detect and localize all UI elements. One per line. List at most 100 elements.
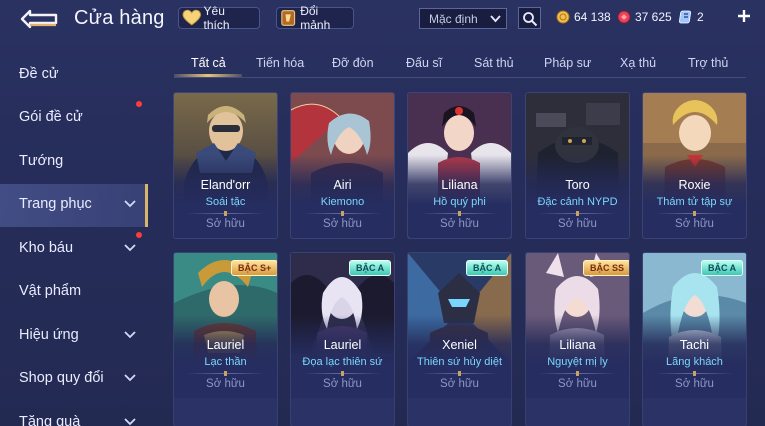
tab-all[interactable]: Tất cả <box>191 56 226 70</box>
sidebar-item-items[interactable]: Vật phẩm <box>0 271 148 314</box>
ownership-status: Sở hữu <box>206 218 245 230</box>
tier-badge: BẬC SS <box>583 260 629 276</box>
skin-name: Nguyệt mị ly <box>547 356 608 368</box>
hero-name: Tachi <box>679 338 710 352</box>
tier-badge: BẬC A <box>701 260 744 276</box>
tier-badge: BẬC A <box>466 260 509 276</box>
notification-dot <box>136 101 142 107</box>
sidebar-item-label: Tặng quà <box>19 414 81 426</box>
sidebar-item-exchange-shop[interactable]: Shop quy đổi <box>0 358 148 401</box>
ruby-balance: 37 625 <box>617 9 672 25</box>
skin-name: Đọa lạc thiên sứ <box>302 356 383 368</box>
search-icon <box>523 12 538 27</box>
tier-badge: BẬC A <box>349 260 392 276</box>
sidebar-item-gifts[interactable]: Tặng quà <box>0 402 148 426</box>
gold-coin-icon <box>556 10 570 24</box>
divider <box>420 371 499 376</box>
skin-card[interactable]: BẬC A Xeniel Thiên sứ hủy diệt Sở hữu <box>408 253 511 426</box>
tab-assassin[interactable]: Sát thủ <box>474 56 514 70</box>
sidebar-item-label: Kho báu <box>19 240 74 256</box>
divider <box>186 371 265 376</box>
ownership-status: Sở hữu <box>440 378 479 390</box>
skin-card[interactable]: BẬC SS Liliana Nguyệt mị ly Sở hữu <box>526 253 629 426</box>
ownership-status: Sở hữu <box>675 378 714 390</box>
sort-selected-value: Mặc định <box>429 12 478 26</box>
ticket-icon <box>679 10 692 24</box>
skin-card[interactable]: BẬC S+ Lauriel Lạc thần Sở hữu <box>174 253 277 426</box>
skin-card[interactable]: Roxie Thám tử tập sự Sở hữu <box>643 93 746 238</box>
skin-card[interactable]: Toro Đặc cảnh NYPD Sở hữu <box>526 93 629 238</box>
favorites-button[interactable]: Yêu thích <box>178 4 260 32</box>
skin-card[interactable]: Liliana Hồ quý phi Sở hữu <box>408 93 511 238</box>
gold-balance: 64 138 <box>556 9 611 25</box>
chevron-down-icon <box>124 331 136 339</box>
ticket-amount: 2 <box>697 10 704 24</box>
divider <box>303 211 382 216</box>
gold-amount: 64 138 <box>574 10 611 24</box>
tab-evolution[interactable]: Tiến hóa <box>256 56 304 70</box>
fragment-icon <box>281 10 296 26</box>
active-tab-indicator <box>174 74 242 77</box>
divider <box>655 211 734 216</box>
ownership-status: Sở hữu <box>558 378 597 390</box>
divider <box>303 371 382 376</box>
divider <box>186 211 265 216</box>
skin-card[interactable]: Eland'orr Soái tặc Sở hữu <box>174 93 277 238</box>
sidebar-item-recommended-bundles[interactable]: Gói đề cử <box>0 97 148 140</box>
skin-name: Lạc thần <box>204 356 247 368</box>
top-up-button[interactable] <box>735 7 753 25</box>
skin-name: Hồ quý phi <box>433 196 486 208</box>
ownership-status: Sở hữu <box>323 378 362 390</box>
sidebar-item-label: Hiệu ứng <box>19 327 79 343</box>
divider <box>538 371 617 376</box>
sidebar-item-effects[interactable]: Hiệu ứng <box>0 315 148 358</box>
tab-tank[interactable]: Đỡ đòn <box>332 56 374 70</box>
plus-icon <box>738 10 750 22</box>
ownership-status: Sở hữu <box>206 378 245 390</box>
sidebar-item-treasure[interactable]: Kho báu <box>0 228 148 271</box>
back-arrow-icon <box>20 9 58 29</box>
category-sidebar: Đề cử Gói đề cử Tướng Trang phục Kho báu… <box>0 48 150 426</box>
sidebar-item-label: Tướng <box>19 153 64 169</box>
ownership-status: Sở hữu <box>558 218 597 230</box>
ownership-status: Sở hữu <box>440 218 479 230</box>
tab-marksman[interactable]: Xạ thủ <box>620 56 656 70</box>
search-button[interactable] <box>518 7 541 29</box>
skin-card[interactable]: BẬC A Tachi Lãng khách Sở hữu <box>643 253 746 426</box>
back-button[interactable] <box>20 8 60 30</box>
skin-card[interactable]: BẬC A Lauriel Đọa lạc thiên sứ Sở hữu <box>291 253 394 426</box>
hero-name: Toro <box>565 178 590 192</box>
hero-name: Lauriel <box>323 338 362 352</box>
ownership-status: Sở hữu <box>323 218 362 230</box>
notification-dot <box>136 232 142 238</box>
sort-dropdown[interactable]: Mặc định <box>419 8 507 29</box>
skin-card[interactable]: Airi Kiemono Sở hữu <box>291 93 394 238</box>
fragment-exchange-button[interactable]: Đổi mảnh <box>276 4 354 32</box>
chevron-down-icon <box>124 200 136 208</box>
sidebar-item-label: Gói đề cử <box>19 109 83 125</box>
shop-screen: Cửa hàng Yêu thích Đổi mảnh Mặc định 64 … <box>0 0 765 426</box>
sidebar-item-recommended[interactable]: Đề cử <box>0 54 148 97</box>
skin-name: Kiemono <box>320 196 365 208</box>
hero-name: Liliana <box>559 338 596 352</box>
heart-icon <box>182 9 202 26</box>
skin-name: Thám tử tập sự <box>656 196 733 208</box>
skin-name: Đặc cảnh NYPD <box>537 196 618 208</box>
hero-name: Lauriel <box>206 338 245 352</box>
tab-support[interactable]: Trợ thủ <box>688 56 728 70</box>
tab-fighter[interactable]: Đấu sĩ <box>406 56 442 70</box>
skin-name: Soái tặc <box>205 196 246 208</box>
hero-name: Liliana <box>441 178 478 192</box>
chevron-down-icon <box>490 15 501 23</box>
tab-mage[interactable]: Pháp sư <box>544 56 591 70</box>
skin-name: Thiên sứ hủy diệt <box>416 356 503 368</box>
divider <box>655 371 734 376</box>
sidebar-item-heroes[interactable]: Tướng <box>0 141 148 184</box>
ownership-status: Sở hữu <box>675 218 714 230</box>
chevron-down-icon <box>124 244 136 252</box>
skin-name: Lãng khách <box>666 356 723 368</box>
tier-badge: BẬC S+ <box>231 260 277 276</box>
divider <box>538 211 617 216</box>
role-tabs: Tất cả Tiến hóa Đỡ đòn Đấu sĩ Sát thủ Ph… <box>174 50 746 78</box>
sidebar-item-skins[interactable]: Trang phục <box>0 184 148 227</box>
